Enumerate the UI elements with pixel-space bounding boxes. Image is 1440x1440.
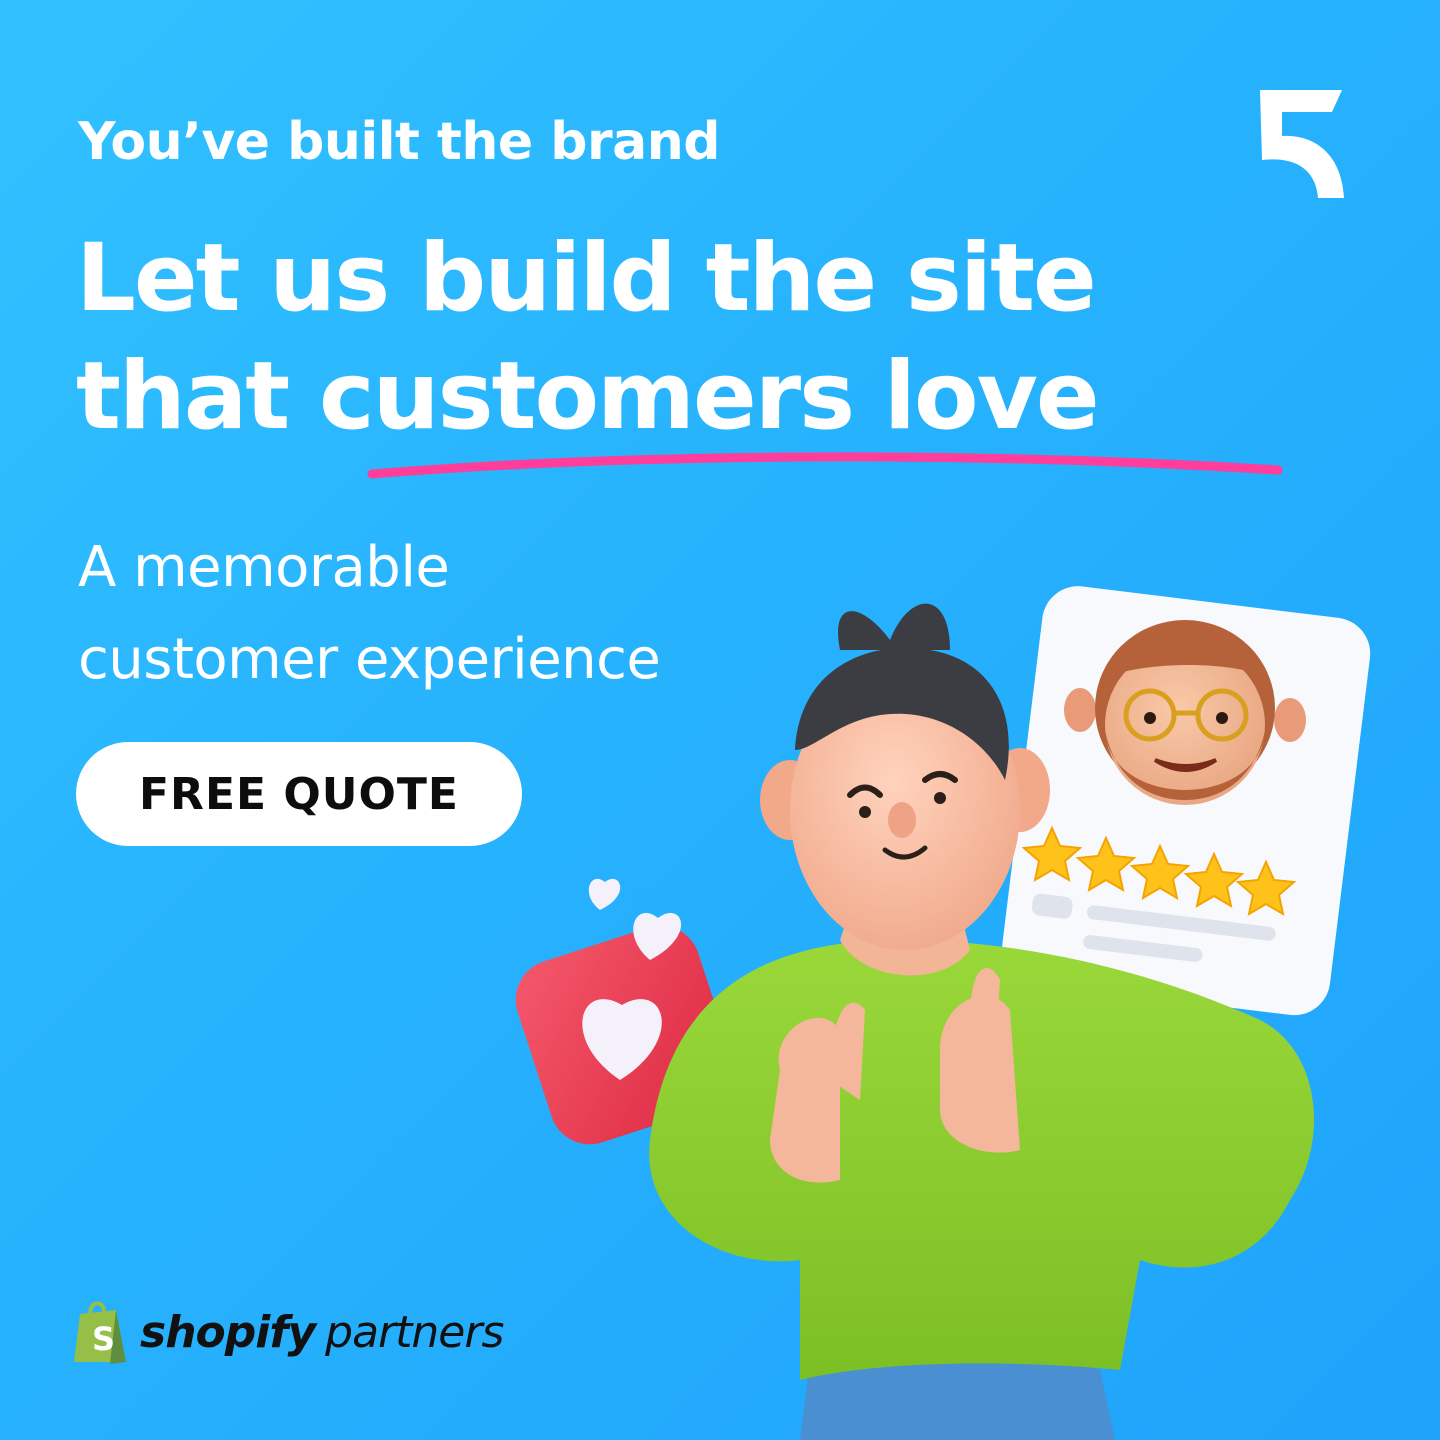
pink-underline bbox=[367, 452, 1283, 479]
subline-line-1: A memorable bbox=[78, 535, 450, 600]
partners-label: partners bbox=[325, 1306, 504, 1358]
shopify-wordmark: shopify bbox=[140, 1306, 316, 1358]
headline-emphasis: customers love bbox=[318, 342, 1100, 451]
shopify-bag-icon: S bbox=[74, 1301, 126, 1364]
free-quote-button[interactable]: FREE QUOTE bbox=[76, 742, 522, 846]
headline: Let us build the site that customers lov… bbox=[76, 220, 1100, 456]
headline-line-2-start: that bbox=[76, 342, 319, 451]
illustration bbox=[515, 586, 1371, 1440]
eyebrow-text: You’ve built the brand bbox=[78, 112, 720, 172]
svg-text:S: S bbox=[92, 1320, 115, 1358]
ad-banner: You’ve built the brand Let us build the … bbox=[0, 0, 1440, 1440]
shopify-partners-logo: S shopify partners bbox=[70, 1298, 504, 1366]
headline-line-1: Let us build the site bbox=[76, 224, 1097, 333]
brand-logo-icon bbox=[1260, 90, 1344, 198]
